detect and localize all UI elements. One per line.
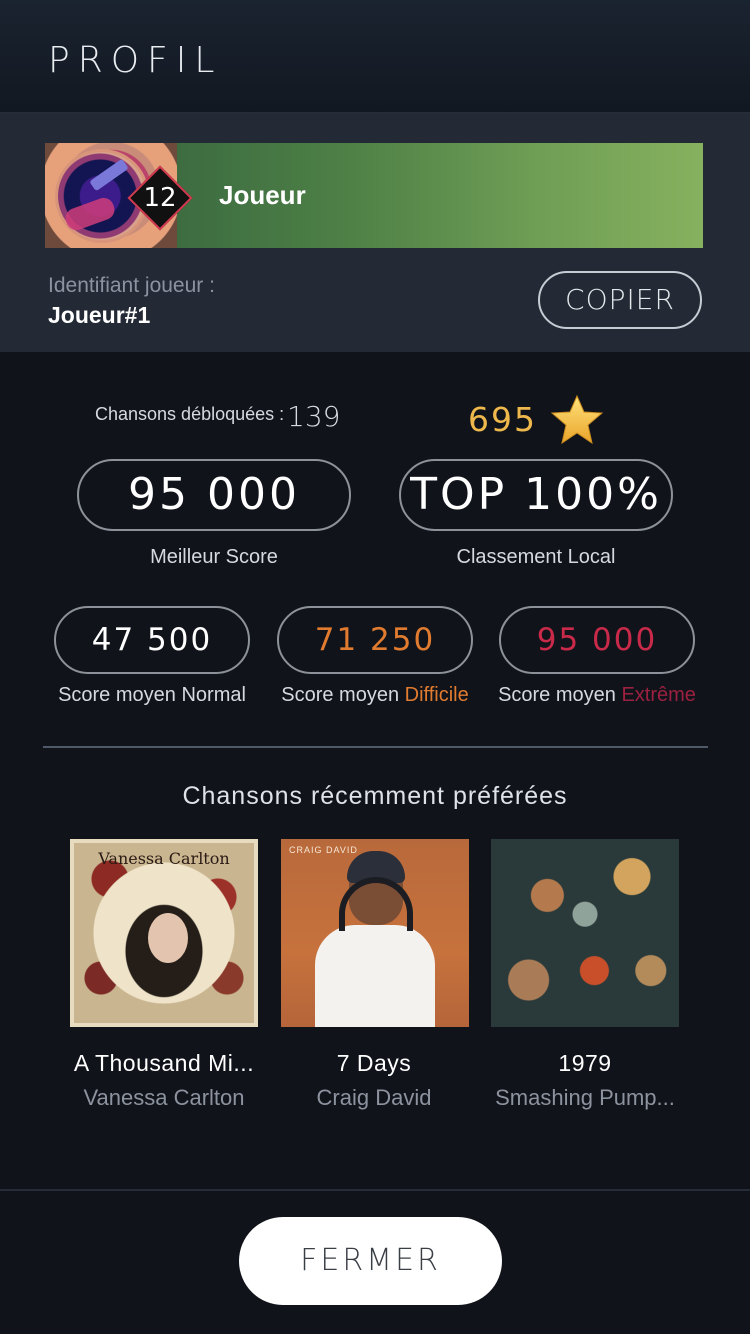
unlocked-songs-value: 139 — [287, 400, 341, 433]
song-title-3[interactable]: 1979 — [480, 1050, 690, 1077]
local-rank-label: Classement Local — [456, 546, 616, 568]
stars-count: 695 — [468, 400, 537, 439]
header-bar: PROFIL — [0, 0, 750, 114]
star-icon — [550, 394, 604, 445]
avg-score-difficile-label: Score moyen Difficile — [281, 684, 469, 706]
song-artist-1: Vanessa Carlton — [83, 1085, 245, 1110]
recent-songs-title: Chansons récemment préférées — [182, 782, 568, 810]
song-title-1[interactable]: A Thousand Mi... — [59, 1050, 269, 1077]
local-rank-value: TOP 100% — [399, 459, 673, 531]
level-value: 12 — [143, 183, 177, 213]
footer-divider — [0, 1189, 750, 1191]
avg-score-difficile-value: 71 250 — [277, 606, 473, 674]
album-cover-3[interactable] — [491, 839, 679, 1027]
song-title-2[interactable]: 7 Days — [269, 1050, 479, 1077]
album-art — [315, 925, 435, 1027]
player-id-label: Identifiant joueur : — [48, 274, 215, 297]
unlocked-songs-label: Chansons débloquées : — [95, 404, 285, 424]
best-score-value: 95 000 — [77, 459, 351, 531]
song-artist-2: Craig David — [316, 1085, 432, 1110]
avg-score-normal-value: 47 500 — [54, 606, 250, 674]
song-artist-3: Smashing Pump... — [495, 1085, 675, 1110]
album-cover-text: CRAIG DAVID — [289, 845, 358, 855]
player-id-value: Joueur#1 — [48, 302, 151, 328]
album-cover-1[interactable]: Vanessa Carlton — [70, 839, 258, 1027]
avg-score-extreme-value: 95 000 — [499, 606, 695, 674]
page-title: PROFIL — [48, 40, 223, 81]
album-cover-text: Vanessa Carlton — [98, 849, 230, 868]
avg-score-extreme-label: Score moyen Extrême — [498, 684, 696, 706]
copy-button[interactable]: COPIER — [538, 271, 702, 329]
section-divider — [43, 746, 708, 748]
close-button[interactable]: FERMER — [239, 1217, 502, 1305]
album-art — [148, 913, 188, 963]
avg-score-normal-label: Score moyen Normal — [58, 684, 246, 706]
best-score-label: Meilleur Score — [150, 546, 278, 568]
player-name: Joueur — [219, 180, 306, 210]
album-cover-2[interactable]: CRAIG DAVID — [281, 839, 469, 1027]
